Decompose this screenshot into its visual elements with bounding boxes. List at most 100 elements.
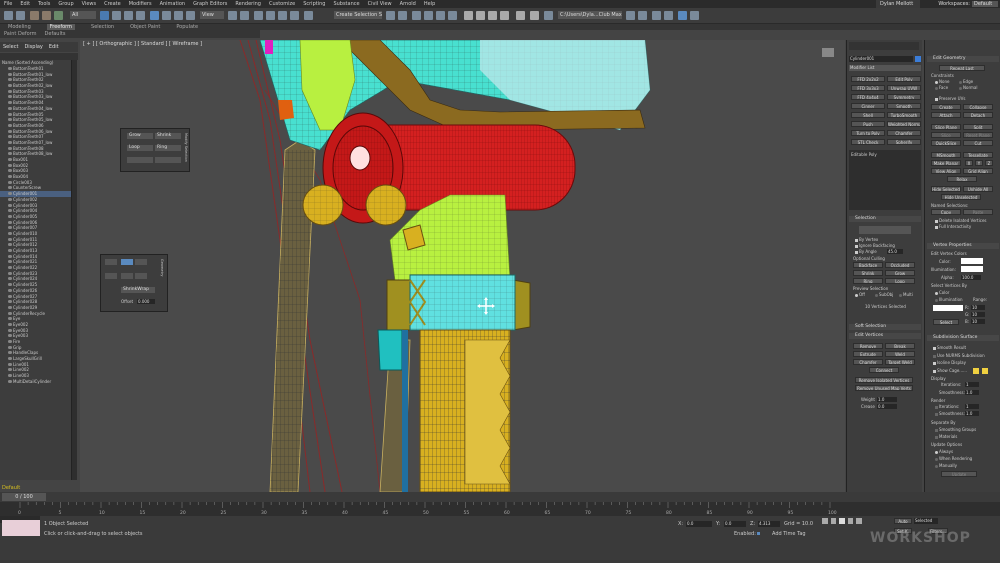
visibility-eye-icon[interactable]	[8, 203, 12, 207]
percent-snap-icon[interactable]	[278, 11, 287, 20]
visibility-eye-icon[interactable]	[8, 78, 12, 82]
visibility-eye-icon[interactable]	[8, 197, 12, 201]
visibility-eye-icon[interactable]	[8, 266, 12, 270]
visibility-eye-icon[interactable]	[8, 95, 12, 99]
menu-views[interactable]: Views	[82, 1, 96, 7]
asset-tracking-icon[interactable]	[690, 11, 699, 20]
project-path-dropdown[interactable]: C:\Users\Dyla...Club Max 2021	[558, 11, 622, 19]
update-button[interactable]: Update	[941, 471, 977, 477]
previous-frame-icon[interactable]	[830, 518, 837, 524]
update-always-radio[interactable]: Always	[935, 449, 953, 454]
loop-button[interactable]: Loop	[127, 145, 153, 151]
modifier-button[interactable]: TurboSmooth	[887, 112, 921, 118]
arnold-render-icon[interactable]	[516, 11, 525, 20]
visibility-eye-icon[interactable]	[8, 106, 12, 110]
planar-y-button[interactable]: Y	[975, 160, 983, 166]
maxscript-mini-listener[interactable]	[2, 520, 40, 536]
menu-rendering[interactable]: Rendering	[235, 1, 261, 7]
vertex-properties-rollout-header[interactable]: Vertex Properties	[927, 243, 999, 249]
remove-button[interactable]: Remove	[853, 343, 883, 349]
visibility-eye-icon[interactable]	[8, 180, 12, 184]
isoline-display-checkbox[interactable]: Isoline Display	[933, 360, 966, 365]
pivot-center-icon[interactable]	[228, 11, 237, 20]
visibility-eye-icon[interactable]	[8, 214, 12, 218]
hide-unselected-button[interactable]: Hide Unselected	[941, 194, 981, 200]
loop-options-button[interactable]	[127, 157, 153, 163]
menu-group[interactable]: Group	[58, 1, 73, 7]
visibility-eye-icon[interactable]	[8, 362, 12, 366]
visibility-eye-icon[interactable]	[8, 146, 12, 150]
modifier-button[interactable]: Cinner	[851, 103, 885, 109]
smoothness-field[interactable]: 1.0	[965, 390, 979, 395]
edit-tab[interactable]: Edit	[49, 44, 59, 50]
menu-edit[interactable]: Edit	[20, 1, 30, 7]
illumination-swatch[interactable]	[961, 266, 983, 272]
vertex-paint-icon[interactable]	[121, 259, 133, 265]
flatten-icon[interactable]	[121, 273, 133, 279]
paint-deform-tab[interactable]: Paint Deform	[4, 31, 37, 37]
remove-isolated-vertices-button[interactable]: Remove Isolated Vertices	[855, 377, 913, 383]
select-tab[interactable]: Select	[3, 44, 18, 50]
tessellate-button[interactable]: Tessellate	[963, 152, 993, 158]
track-bar[interactable]: 0 5 10 15 20 25 30 35 40 45 50 55 60 65 70 75 80 85 90 95 10…	[0, 502, 1000, 516]
visibility-eye-icon[interactable]	[8, 357, 12, 361]
stack-item-editable-poly[interactable]: Editable Poly	[851, 152, 877, 157]
material-editor-icon[interactable]	[464, 11, 473, 20]
shrink-button[interactable]: Shrink	[155, 133, 181, 139]
visibility-eye-icon[interactable]	[8, 379, 12, 383]
visibility-eye-icon[interactable]	[8, 237, 12, 241]
quickslice-button[interactable]: QuickSlice	[931, 140, 961, 146]
workspace-dropdown[interactable]: Default	[972, 1, 998, 7]
visibility-eye-icon[interactable]	[8, 249, 12, 253]
relax-button[interactable]: Relax	[947, 176, 977, 182]
select-and-move-icon[interactable]	[150, 11, 159, 20]
ignore-backfacing-checkbox[interactable]: Ignore Backfacing	[855, 243, 895, 248]
select-by-color-radio[interactable]: Color	[935, 290, 949, 295]
redo-icon[interactable]	[16, 11, 25, 20]
scene-states-icon[interactable]	[678, 11, 687, 20]
by-angle-checkbox[interactable]: By Angle	[855, 249, 877, 254]
defaults-tab[interactable]: Defaults	[45, 31, 66, 37]
split-button[interactable]: Split	[963, 124, 993, 130]
weight-field[interactable]: 1.0	[877, 397, 897, 402]
edit-named-selection-icon[interactable]	[304, 11, 313, 20]
occluded-button[interactable]: Occluded	[885, 262, 915, 268]
visibility-eye-icon[interactable]	[8, 277, 12, 281]
menu-civil-view[interactable]: Civil View	[368, 1, 392, 7]
constraint-none-radio[interactable]: None	[935, 79, 949, 84]
select-button[interactable]: Select	[933, 319, 959, 325]
backface-button[interactable]: Backface	[853, 262, 883, 268]
unhide-all-button[interactable]: Unhide All	[963, 186, 993, 192]
visibility-eye-icon[interactable]	[8, 169, 12, 173]
detach-button[interactable]: Detach	[963, 112, 993, 118]
visibility-eye-icon[interactable]	[8, 260, 12, 264]
menu-create[interactable]: Create	[104, 1, 121, 7]
unlink-icon[interactable]	[42, 11, 51, 20]
chamfer-button[interactable]: Chamfer	[853, 359, 883, 365]
named-selection-set-dropdown[interactable]: Create Selection Se	[334, 11, 382, 19]
iterations-field[interactable]: 1	[965, 382, 979, 387]
planar-x-button[interactable]: X	[965, 160, 973, 166]
command-panel-icon[interactable]	[664, 11, 673, 20]
modifier-button[interactable]: STL Check	[851, 139, 885, 145]
visibility-eye-icon[interactable]	[8, 163, 12, 167]
modifier-button[interactable]: Unwrap UVW	[887, 85, 921, 91]
visibility-eye-icon[interactable]	[8, 294, 12, 298]
visibility-eye-icon[interactable]	[8, 322, 12, 326]
smoothing-groups-checkbox[interactable]: Smoothing Groups	[935, 427, 976, 432]
visibility-eye-icon[interactable]	[8, 152, 12, 156]
planar-z-button[interactable]: Z	[985, 160, 993, 166]
open-folder-icon[interactable]	[638, 11, 647, 20]
select-manipulate-icon[interactable]	[240, 11, 249, 20]
visibility-eye-icon[interactable]	[8, 67, 12, 71]
teapot-render-icon[interactable]	[530, 11, 539, 20]
soft-selection-rollout-header[interactable]: Soft Selection	[849, 324, 921, 330]
subdivision-surface-rollout-header[interactable]: Subdivision Surface	[927, 335, 999, 341]
attach-button[interactable]: Attach	[931, 112, 961, 118]
menu-help[interactable]: Help	[424, 1, 435, 7]
next-frame-icon[interactable]	[847, 518, 854, 524]
explorer-scrollbar[interactable]	[72, 60, 77, 480]
auto-key-button[interactable]: Auto	[894, 518, 912, 524]
visibility-eye-icon[interactable]	[8, 186, 12, 190]
visibility-eye-icon[interactable]	[8, 192, 12, 196]
